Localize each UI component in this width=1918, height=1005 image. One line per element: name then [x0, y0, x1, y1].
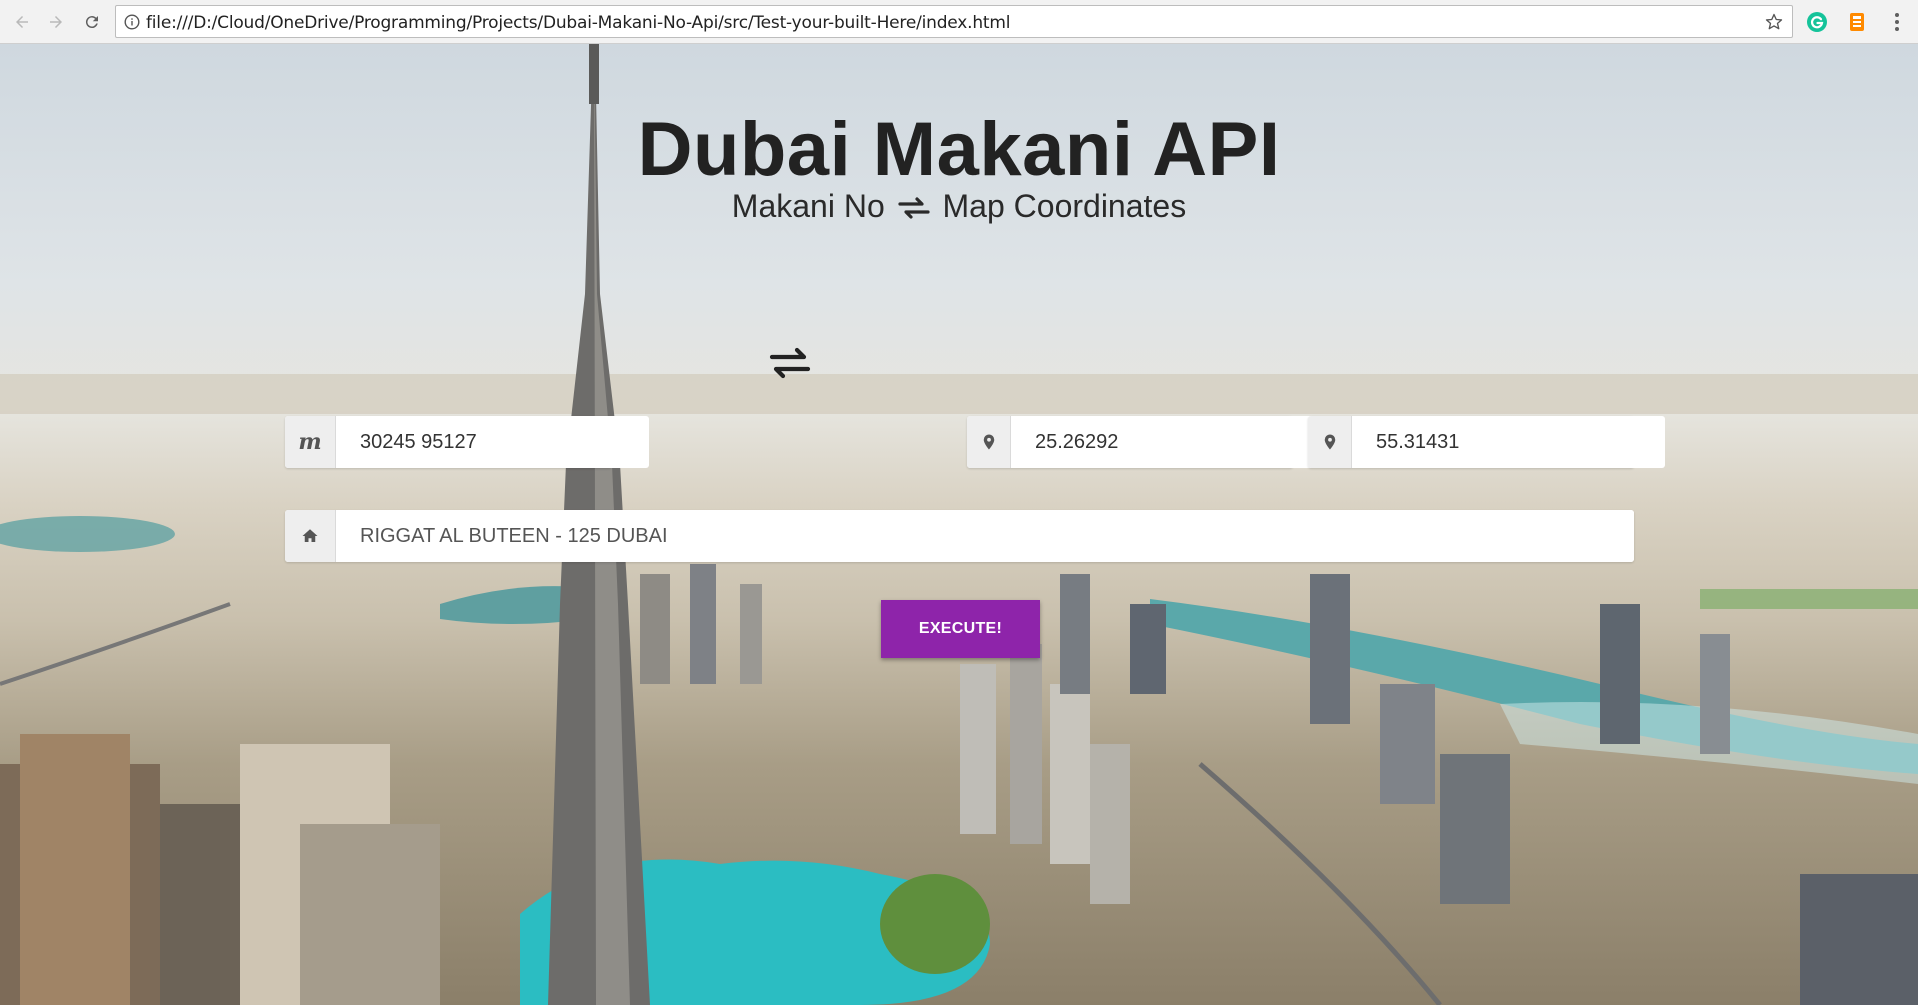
makani-addon: m	[285, 416, 336, 468]
reload-icon[interactable]	[80, 10, 104, 34]
page-subtitle: Makani No Map Coordinates	[0, 188, 1918, 225]
longitude-input-group	[1308, 416, 1665, 468]
longitude-addon	[1308, 416, 1352, 468]
latitude-input[interactable]	[1011, 416, 1324, 468]
swap-arrows-icon	[898, 197, 930, 219]
map-marker-icon	[983, 434, 994, 450]
info-icon[interactable]	[124, 14, 140, 30]
browser-toolbar: file:///D:/Cloud/OneDrive/Programming/Pr…	[0, 0, 1918, 44]
latitude-addon	[967, 416, 1011, 468]
forward-arrow-icon[interactable]	[44, 10, 68, 34]
address-input[interactable]	[336, 510, 1634, 562]
url-text[interactable]: file:///D:/Cloud/OneDrive/Programming/Pr…	[146, 13, 1010, 33]
makani-number-input[interactable]	[336, 416, 649, 468]
latitude-input-group	[967, 416, 1324, 468]
subtitle-makani-text: Makani No	[731, 188, 885, 224]
map-marker-icon	[1324, 434, 1335, 450]
subtitle-coordinates-text: Map Coordinates	[942, 188, 1187, 224]
extension-icon[interactable]	[1845, 10, 1869, 34]
swap-arrows-icon[interactable]	[768, 346, 812, 380]
hero-section: Dubai Makani API Makani No Map Coordinat…	[0, 44, 1918, 1005]
grammarly-icon[interactable]	[1805, 10, 1829, 34]
address-input-group	[285, 510, 1634, 562]
page-title: Dubai Makani API	[637, 107, 1281, 192]
address-addon	[285, 510, 336, 562]
menu-icon[interactable]	[1885, 10, 1909, 34]
longitude-input[interactable]	[1352, 416, 1665, 468]
star-icon[interactable]	[1764, 12, 1784, 32]
execute-button[interactable]: EXECUTE!	[881, 600, 1040, 658]
back-arrow-icon[interactable]	[10, 10, 34, 34]
address-bar[interactable]: file:///D:/Cloud/OneDrive/Programming/Pr…	[115, 5, 1793, 38]
home-icon	[302, 529, 318, 542]
makani-m-icon: m	[298, 429, 322, 455]
makani-input-group: m	[285, 416, 649, 468]
